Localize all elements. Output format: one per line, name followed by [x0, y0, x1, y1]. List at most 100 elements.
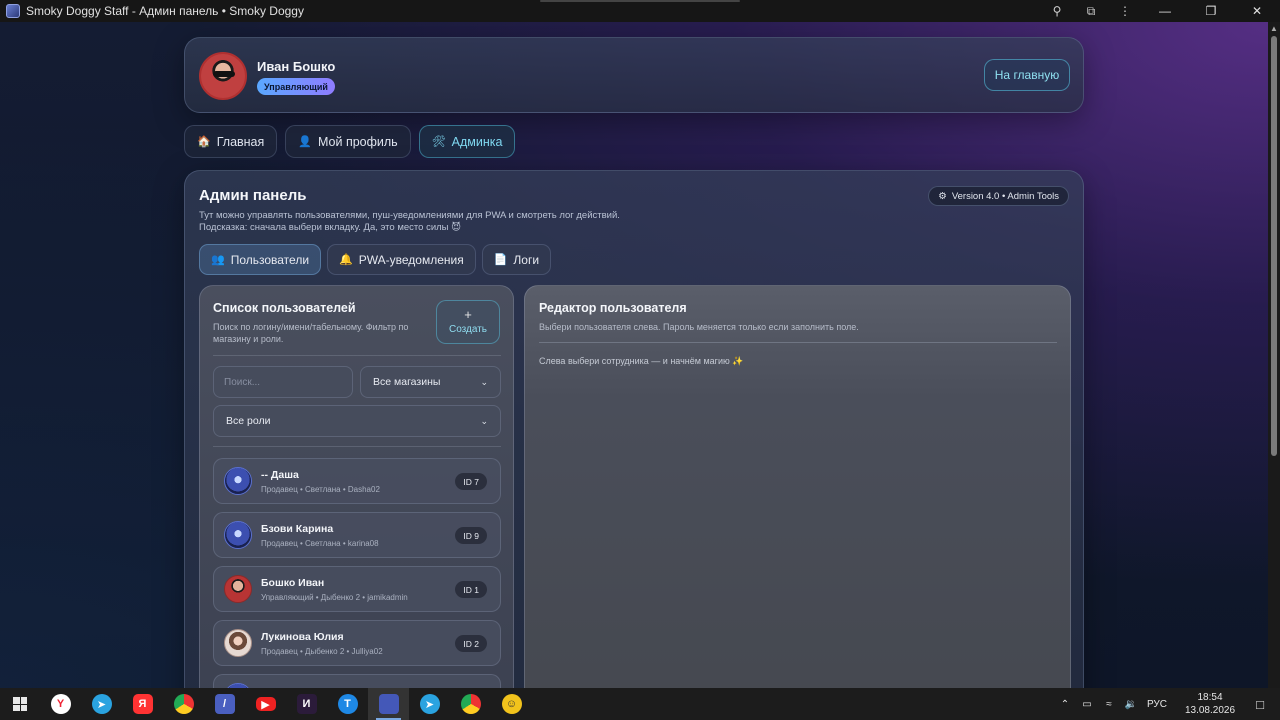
taskbar-app-purple[interactable]: И: [286, 688, 327, 720]
nav-home[interactable]: 🏠 Главная: [184, 125, 278, 158]
start-button[interactable]: [0, 688, 40, 720]
avatar: [199, 52, 247, 100]
chrome-icon: [173, 694, 194, 714]
chevron-down-icon: ⌄: [480, 415, 488, 426]
yellow-app-icon: ☺: [501, 694, 522, 714]
list-item[interactable]: Бошко Иван Управляющий • Дыбенко 2 • jam…: [213, 566, 501, 612]
zoom-icon[interactable]: ⚲: [1040, 0, 1074, 22]
list-item[interactable]: -- Даша Продавец • Светлана • Dasha02 ID…: [213, 458, 501, 504]
user-id-badge: ID 9: [455, 527, 487, 544]
admin-panel: Админ панель Тут можно управлять пользов…: [184, 170, 1084, 688]
admin-tabs: 👥 Пользователи 🔔 PWA-уведомления 📄 Логи: [199, 244, 552, 275]
avatar: [224, 521, 252, 549]
taskbar-app-blue[interactable]: /: [204, 688, 245, 720]
version-label: Version 4.0 • Admin Tools: [951, 190, 1059, 202]
tab-users-label: Пользователи: [230, 252, 310, 267]
user-name: Лукинова Юлия: [261, 631, 344, 643]
editor-hint: Слева выбери сотрудника — и начнём магию…: [539, 356, 744, 366]
home-button[interactable]: На главную: [984, 59, 1070, 91]
volume-icon[interactable]: 🔉: [1120, 699, 1142, 710]
taskbar-telegram-2[interactable]: ➤: [409, 688, 450, 720]
page-title: Админ панель: [199, 187, 307, 204]
app-icon: [6, 4, 20, 18]
tab-pwa[interactable]: 🔔 PWA-уведомления: [327, 244, 476, 275]
user-meta: Управляющий • Дыбенко 2 • jamikadmin: [261, 593, 408, 602]
main-nav: 🏠 Главная 👤 Мой профиль 🛠 Админка: [184, 125, 516, 158]
t-app-icon: T: [337, 694, 358, 714]
user-name: Иван Бошко: [257, 59, 336, 74]
admin-desc-line1: Тут можно управлять пользователями, пуш-…: [199, 210, 620, 221]
users-list-description: Поиск по логину/имени/табельному. Фильтр…: [213, 322, 409, 344]
scroll-up-icon[interactable]: ▲: [1270, 24, 1278, 33]
extensions-icon[interactable]: ⧉: [1074, 0, 1108, 22]
youtube-icon: ▶: [255, 697, 276, 711]
taskbar-smoky-doggy[interactable]: [368, 688, 409, 720]
divider: [213, 355, 501, 356]
nav-admin[interactable]: 🛠 Админка: [418, 125, 516, 158]
list-item[interactable]: [213, 674, 501, 688]
version-badge: ⚙ Version 4.0 • Admin Tools: [928, 186, 1069, 206]
editor-description: Выбери пользователя слева. Пароль меняет…: [539, 322, 859, 332]
user-icon: 👤: [298, 136, 312, 148]
user-id-badge: ID 1: [455, 581, 487, 598]
divider: [539, 342, 1057, 343]
purple-app-icon: И: [296, 694, 317, 714]
scrollbar-thumb[interactable]: [1271, 36, 1277, 456]
tools-icon: 🛠: [431, 136, 446, 148]
store-filter-value: Все магазины: [373, 376, 441, 388]
clock[interactable]: 18:54 13.08.2026: [1180, 691, 1240, 717]
windows-icon: [13, 697, 27, 711]
taskbar-yandex[interactable]: Я: [122, 688, 163, 720]
users-icon: 👥: [211, 254, 225, 266]
close-button[interactable]: ✕: [1234, 0, 1280, 22]
users-list-panel: Список пользователей Поиск по логину/име…: [199, 285, 514, 688]
clock-time: 18:54: [1197, 692, 1223, 703]
system-tray: ⌃ ▭ ≈ 🔉 РУС 18:54 13.08.2026 □: [1054, 688, 1280, 720]
nav-admin-label: Админка: [451, 134, 503, 149]
user-editor-panel: Редактор пользователя Выбери пользовател…: [524, 285, 1071, 688]
store-filter-select[interactable]: Все магазины ⌄: [360, 366, 501, 398]
list-item[interactable]: Лукинова Юлия Продавец • Дыбенко 2 • Jul…: [213, 620, 501, 666]
maximize-button[interactable]: ❐: [1188, 0, 1234, 22]
create-user-label: Создать: [448, 324, 487, 335]
home-icon: 🏠: [197, 136, 211, 148]
tab-logs[interactable]: 📄 Логи: [481, 244, 552, 275]
wifi-icon[interactable]: ≈: [1098, 699, 1120, 710]
role-filter-select[interactable]: Все роли ⌄: [213, 405, 501, 437]
gear-icon: ⚙: [938, 190, 947, 202]
language-indicator[interactable]: РУС: [1142, 699, 1172, 710]
user-id-badge: ID 7: [455, 473, 487, 490]
list-item[interactable]: Бзови Карина Продавец • Светлана • karin…: [213, 512, 501, 558]
document-icon: 📄: [493, 254, 508, 266]
nav-profile[interactable]: 👤 Мой профиль: [285, 125, 411, 158]
taskbar-chrome-2[interactable]: [450, 688, 491, 720]
taskbar-app-yellow[interactable]: ☺: [491, 688, 532, 720]
yandex-icon: Я: [132, 694, 153, 714]
taskbar-app-t[interactable]: T: [327, 688, 368, 720]
window-titlebar: Smoky Doggy Staff - Админ панель • Smoky…: [0, 0, 1280, 22]
page-scrollbar[interactable]: ▲: [1268, 22, 1280, 688]
user-id-badge: ID 2: [455, 635, 487, 652]
minimize-button[interactable]: —: [1142, 0, 1188, 22]
battery-icon[interactable]: ▭: [1076, 699, 1098, 710]
user-name: Бзови Карина: [261, 523, 334, 535]
more-menu-icon[interactable]: ⋮: [1108, 0, 1142, 22]
profile-header: Иван Бошко Управляющий На главную: [184, 37, 1084, 113]
chevron-up-icon[interactable]: ⌃: [1054, 699, 1076, 710]
taskbar-yandex-browser[interactable]: Y: [40, 688, 81, 720]
taskbar-youtube[interactable]: ▶: [245, 688, 286, 720]
chrome-icon: [460, 694, 481, 714]
search-input[interactable]: [213, 366, 353, 398]
tab-users[interactable]: 👥 Пользователи: [199, 244, 322, 275]
notifications-icon[interactable]: □: [1240, 697, 1280, 712]
bell-icon: 🔔: [339, 254, 353, 266]
taskbar-telegram[interactable]: ➤: [81, 688, 122, 720]
window-title: Smoky Doggy Staff - Админ панель • Smoky…: [26, 4, 304, 18]
taskbar: Y ➤ Я / ▶ И T ➤ ☺ ⌃ ▭ ≈ 🔉 РУС 18:54 13.0…: [0, 688, 1280, 720]
create-user-button[interactable]: + Создать: [436, 300, 500, 344]
telegram-icon: ➤: [419, 694, 440, 714]
divider: [213, 446, 501, 447]
taskbar-chrome[interactable]: [163, 688, 204, 720]
avatar: [224, 467, 252, 495]
admin-description: Тут можно управлять пользователями, пуш-…: [199, 210, 620, 234]
